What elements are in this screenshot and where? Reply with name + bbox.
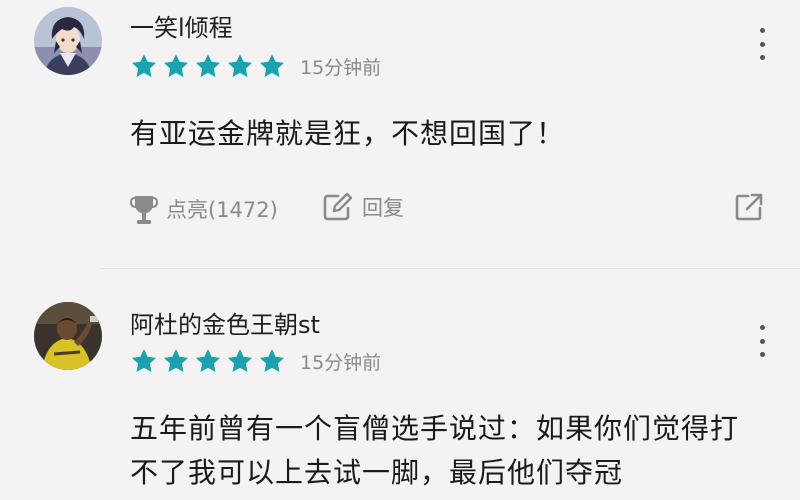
more-vertical-icon-dot bbox=[759, 352, 765, 357]
star-icon bbox=[131, 54, 157, 77]
more-vertical-icon bbox=[759, 28, 765, 33]
star-icon bbox=[195, 54, 221, 77]
star-icon bbox=[227, 54, 253, 77]
comment-list: 一笑l倾程 15分钟前 有亚运金牌就是狂，不想回国了！ 点亮(1472) 回复 … bbox=[0, 0, 800, 500]
star-icon bbox=[259, 349, 285, 372]
timestamp: 15分钟前 bbox=[300, 56, 382, 79]
comment-item: 阿杜的金色王朝st 15分钟前 五年前曾有一个盲僧选手说过：如果你们觉得打不了我… bbox=[0, 269, 800, 500]
star-icon bbox=[259, 54, 285, 77]
star-icon bbox=[195, 349, 221, 372]
more-vertical-icon bbox=[759, 325, 765, 330]
trophy-icon bbox=[130, 196, 158, 224]
comment-actions: 点亮(1472) 回复 bbox=[130, 192, 770, 232]
share-button[interactable] bbox=[734, 192, 764, 222]
username[interactable]: 一笑l倾程 bbox=[130, 8, 233, 43]
rating-row: 15分钟前 bbox=[130, 347, 381, 375]
like-button[interactable]: 点亮(1472) bbox=[130, 192, 278, 226]
more-vertical-icon-dot bbox=[759, 338, 765, 344]
timestamp: 15分钟前 bbox=[300, 351, 382, 374]
rating-row: 15分钟前 bbox=[130, 52, 381, 80]
more-options-button[interactable] bbox=[752, 28, 772, 60]
reply-label: 回复 bbox=[362, 196, 404, 220]
comment-text: 五年前曾有一个盲僧选手说过：如果你们觉得打不了我可以上去试一脚，最后他们夺冠 bbox=[130, 412, 740, 489]
star-icon bbox=[163, 349, 189, 372]
like-label: 点亮(1472) bbox=[166, 198, 278, 222]
star-icon bbox=[131, 349, 157, 372]
comment-text: 有亚运金牌就是狂，不想回国了！ bbox=[130, 117, 566, 150]
more-vertical-icon-dot bbox=[759, 55, 765, 60]
username[interactable]: 阿杜的金色王朝st bbox=[130, 305, 320, 340]
comment-item: 一笑l倾程 15分钟前 有亚运金牌就是狂，不想回国了！ 点亮(1472) 回复 bbox=[0, 0, 800, 268]
star-icon bbox=[163, 54, 189, 77]
more-options-button[interactable] bbox=[752, 325, 772, 357]
star-icon bbox=[227, 349, 253, 372]
more-vertical-icon-dot bbox=[759, 41, 765, 47]
share-icon bbox=[735, 193, 763, 221]
reply-button[interactable]: 回复 bbox=[322, 192, 404, 222]
avatar[interactable] bbox=[34, 302, 102, 370]
edit-reply-icon bbox=[323, 192, 353, 221]
avatar[interactable] bbox=[34, 7, 102, 75]
